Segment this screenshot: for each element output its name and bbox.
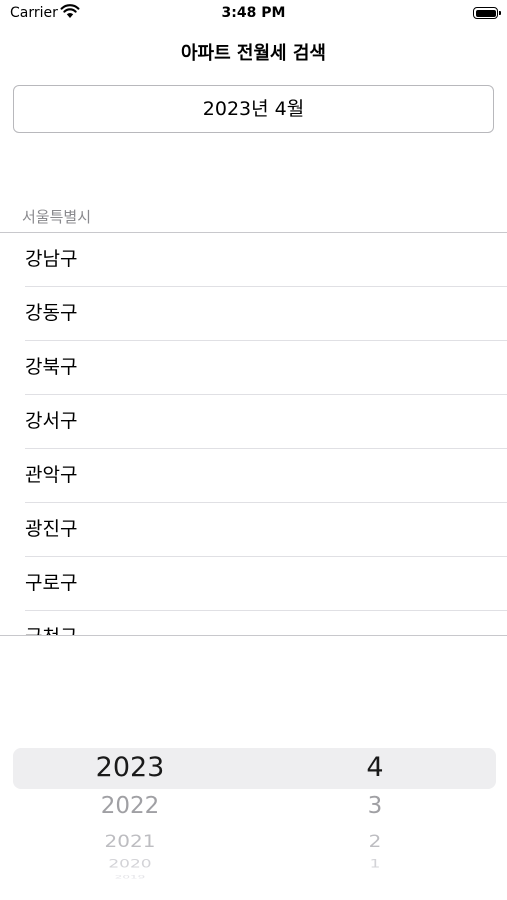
battery-icon	[473, 7, 501, 19]
year-month-picker[interactable]: 2023 2022 2021 2020 2019 4 3 2 1	[0, 740, 507, 880]
district-list[interactable]: 강남구 강동구 강북구 강서구 관악구 광진구 구로구 금천구	[0, 233, 507, 635]
list-item[interactable]: 광진구	[0, 503, 507, 557]
list-item[interactable]: 강서구	[0, 395, 507, 449]
month-option[interactable]: 3	[285, 793, 465, 819]
list-item[interactable]: 금천구	[0, 611, 507, 635]
year-option[interactable]: 2022	[40, 793, 220, 819]
year-option[interactable]: 2021	[40, 831, 220, 851]
list-bottom-divider	[0, 635, 507, 636]
list-item[interactable]: 강북구	[0, 341, 507, 395]
month-selected[interactable]: 4	[285, 752, 465, 783]
month-option[interactable]: 2	[285, 831, 465, 851]
list-item[interactable]: 강남구	[0, 233, 507, 287]
year-option[interactable]: 2019	[40, 875, 220, 880]
status-bar: Carrier 3:48 PM	[0, 0, 507, 28]
year-option[interactable]: 2020	[40, 858, 220, 871]
page-title: 아파트 전월세 검색	[180, 43, 326, 64]
month-option[interactable]: 1	[285, 858, 465, 871]
status-time: 3:48 PM	[221, 5, 286, 21]
year-selected[interactable]: 2023	[40, 752, 220, 783]
list-item[interactable]: 강동구	[0, 287, 507, 341]
list-item[interactable]: 관악구	[0, 449, 507, 503]
list-item[interactable]: 구로구	[0, 557, 507, 611]
date-select-button[interactable]: 2023년 4월	[13, 85, 494, 133]
section-header: 서울특별시	[22, 208, 92, 226]
